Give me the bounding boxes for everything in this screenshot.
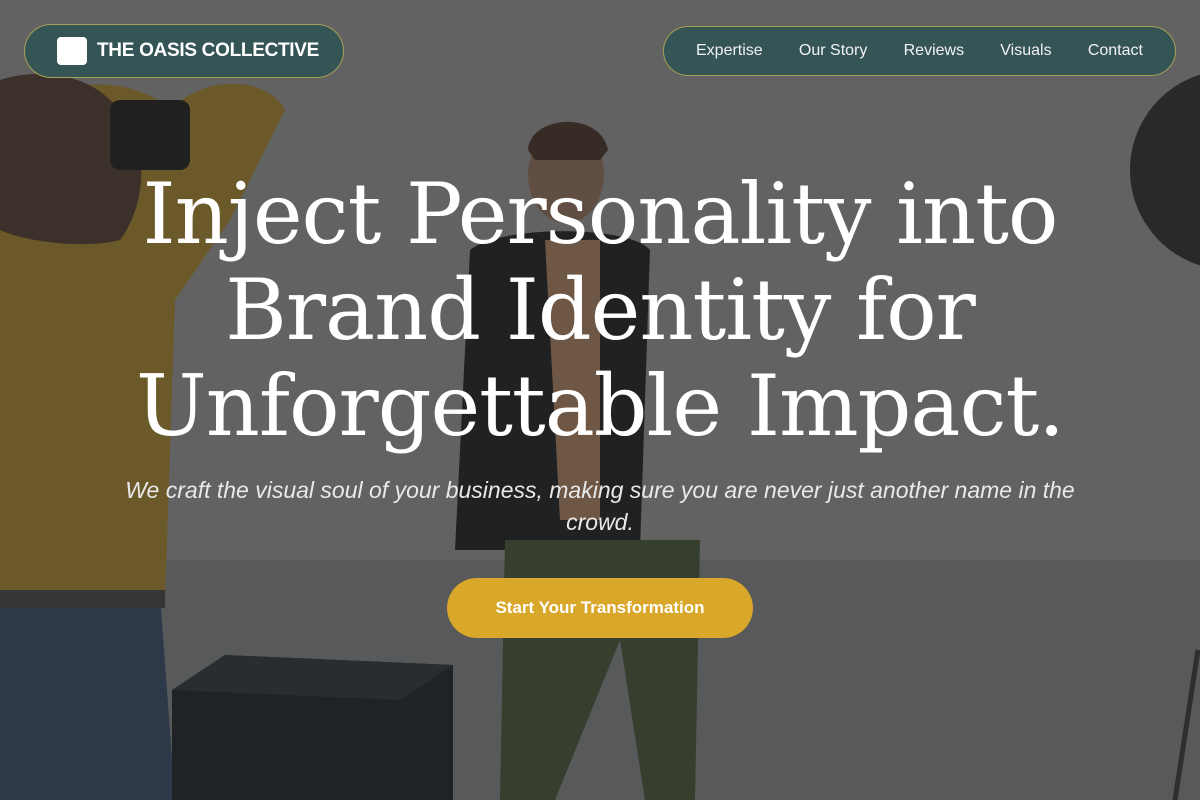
- start-transformation-button[interactable]: Start Your Transformation: [447, 578, 753, 638]
- brand-name: THE OASIS COLLECTIVE: [97, 40, 320, 61]
- nav-link-visuals[interactable]: Visuals: [1000, 42, 1051, 60]
- hero-subheadline: We craft the visual soul of your busines…: [125, 477, 1075, 535]
- nav-link-contact[interactable]: Contact: [1088, 42, 1143, 60]
- nav-link-expertise[interactable]: Expertise: [696, 42, 763, 60]
- main-navigation: Expertise Our Story Reviews Visuals Cont…: [663, 26, 1176, 76]
- logo-mark-icon: [57, 37, 87, 65]
- brand-logo-link[interactable]: THE OASIS COLLECTIVE: [24, 24, 344, 78]
- hero-headline: Inject Personality into Brand Identity f…: [135, 165, 1065, 455]
- nav-link-reviews[interactable]: Reviews: [904, 42, 964, 60]
- nav-link-our-story[interactable]: Our Story: [799, 42, 867, 60]
